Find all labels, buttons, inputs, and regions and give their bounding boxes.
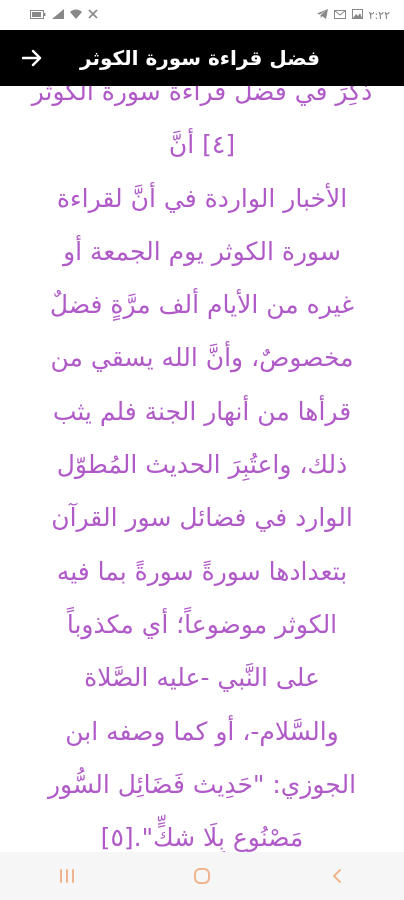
battery-icon [30, 9, 46, 21]
recent-apps-button[interactable] [37, 856, 97, 896]
home-button[interactable] [172, 856, 232, 896]
status-icons-right: ٢:٢٢ [316, 8, 390, 22]
status-bar: ٢:٢٢ [0, 0, 404, 30]
system-nav-bar [0, 852, 404, 900]
telegram-icon [316, 9, 328, 21]
system-back-button[interactable] [307, 856, 367, 896]
home-icon [193, 868, 210, 884]
recent-apps-icon [60, 869, 75, 883]
status-icons-left [30, 9, 98, 21]
back-icon [332, 869, 341, 883]
app-bar: فضل قراءة سورة الكوثر [0, 30, 404, 86]
arrow-right-icon [22, 49, 42, 67]
clock: ٢:٢٢ [368, 8, 390, 22]
signal-icon [52, 9, 64, 21]
gmail-icon [333, 9, 346, 21]
wifi-icon [70, 9, 82, 21]
article-text: ذُكِرَ في فضل قراءة سورة الكوثر [٤] أنَّ… [31, 86, 373, 852]
gallery-icon [351, 9, 363, 21]
page-title: فضل قراءة سورة الكوثر [80, 46, 320, 70]
mute-icon [88, 9, 98, 21]
article-content[interactable]: ذُكِرَ في فضل قراءة سورة الكوثر [٤] أنَّ… [0, 86, 404, 852]
back-button[interactable] [18, 44, 46, 72]
